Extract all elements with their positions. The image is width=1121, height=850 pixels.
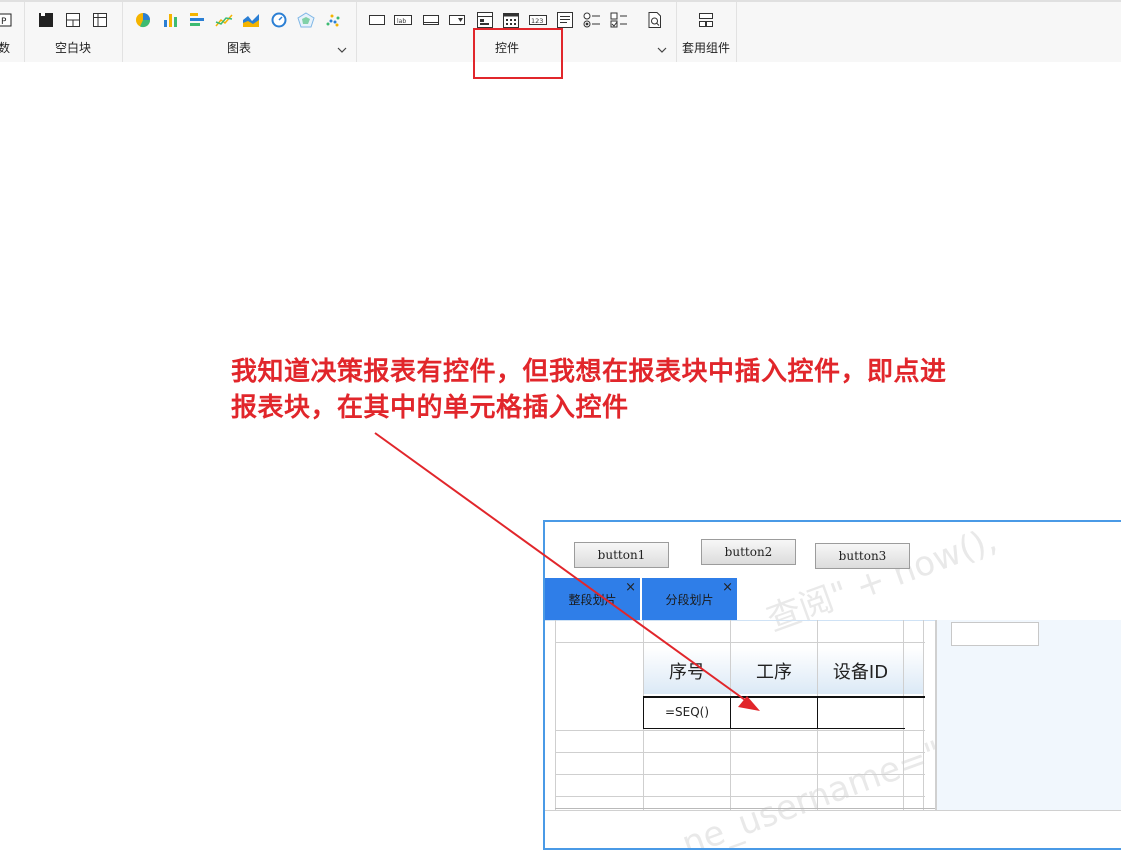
annotation-arrow [374, 432, 760, 711]
